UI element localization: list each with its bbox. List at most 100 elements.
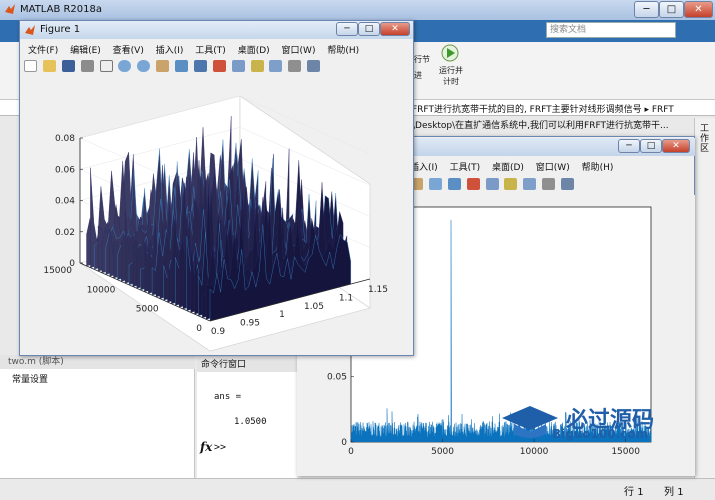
matlab-close-button[interactable]: ✕ (684, 1, 713, 18)
command-window-title: 命令行窗口 (197, 358, 297, 372)
fx-icon[interactable]: fx (200, 440, 212, 454)
hide-tools-icon[interactable] (542, 178, 556, 190)
matlab-title-bar: MATLAB R2018a (0, 0, 715, 20)
figure2-menu-desktop[interactable]: 桌面(D) (492, 163, 524, 173)
figure2-menu-help[interactable]: 帮助(H) (582, 163, 614, 173)
link-plot-icon[interactable] (231, 60, 245, 72)
figure1-x-tick-label: 1.05 (304, 302, 324, 312)
data-tips-icon[interactable] (193, 60, 207, 72)
insert-colorbar-icon[interactable] (250, 60, 264, 72)
figure1-menu-help[interactable]: 帮助(H) (327, 46, 359, 56)
figure2-minimize-button[interactable]: ─ (618, 139, 640, 153)
figure2-x-tick-label: 0 (348, 447, 354, 457)
open-file-icon[interactable] (42, 60, 56, 72)
figure1-menu-insert[interactable]: 插入(I) (156, 46, 184, 56)
workspace-label[interactable]: 工作区 (700, 124, 710, 154)
watermark-logo-icon (502, 406, 558, 438)
status-col: 列 1 (664, 483, 684, 498)
figure1-maximize-button[interactable]: □ (358, 22, 380, 36)
figure1-menu-window[interactable]: 窗口(W) (282, 46, 316, 56)
matlab-minimize-button[interactable]: ─ (634, 1, 659, 18)
hide-plot-tools-icon[interactable] (288, 60, 302, 72)
figure1-x-tick-label: 0.9 (211, 327, 226, 337)
rotate-icon[interactable] (428, 178, 442, 190)
figure-window-icon (25, 25, 35, 35)
figure1-window-title: Figure 1 (40, 24, 81, 35)
legend-icon[interactable] (523, 178, 537, 190)
figure2-menu-insert[interactable]: 插入(I) (410, 163, 438, 173)
figure1-z-tick-label: 0.02 (55, 228, 75, 238)
zoom-in-icon[interactable] (118, 60, 132, 72)
watermark-subtext: Biguo100.com (552, 427, 649, 441)
figure1-minimize-button[interactable]: ─ (336, 22, 358, 36)
figure1-menu-tools[interactable]: 工具(T) (195, 46, 226, 56)
figure1-menu-file[interactable]: 文件(F) (28, 46, 58, 56)
advance-label[interactable]: 进 (414, 70, 422, 81)
show-plot-tools-icon[interactable] (307, 60, 321, 72)
matlab-logo-icon (5, 4, 15, 14)
figure2-x-tick-label: 15000 (611, 447, 640, 457)
edit-plot-icon[interactable] (99, 60, 113, 72)
figure2-maximize-button[interactable]: □ (640, 139, 662, 153)
figure1-y-tick-label: 5000 (136, 305, 159, 315)
figure1-z-tick-label: 0.06 (55, 165, 75, 175)
matlab-maximize-button[interactable]: □ (659, 1, 684, 18)
figure1-x-tick-label: 0.95 (240, 319, 260, 329)
figure2-x-tick-label: 5000 (431, 447, 454, 457)
figure2-x-tick-label: 10000 (520, 447, 549, 457)
figure1-menubar: 文件(F) 编辑(E) 查看(V) 插入(I) 工具(T) 桌面(D) 窗口(W… (28, 43, 368, 56)
brush-icon[interactable] (466, 178, 480, 190)
status-row-label: 行 (624, 487, 634, 498)
figure1-x-tick-label: 1.1 (339, 293, 353, 303)
figure2-menu-tools[interactable]: 工具(T) (450, 163, 481, 173)
colorbar-icon[interactable] (504, 178, 518, 190)
details-panel-item[interactable]: 常量设置 (12, 372, 48, 385)
command-output-value: 1.0500 (234, 417, 267, 427)
brush-data-icon[interactable] (212, 60, 226, 72)
status-bar (0, 478, 715, 500)
data-cursor-icon[interactable] (447, 178, 461, 190)
print-icon[interactable] (80, 60, 94, 72)
figure1-x-tick-label: 1 (279, 310, 285, 320)
command-prompt[interactable]: >> (214, 442, 226, 453)
command-output-ans: ans = (214, 392, 242, 402)
details-panel-header: two.m (脚本) (0, 355, 195, 369)
pan-hand-icon[interactable] (156, 60, 170, 72)
figure1-3d-plot[interactable]: 00.020.040.060.08 050001000015000 0.90.9… (20, 76, 413, 355)
link-icon[interactable] (485, 178, 499, 190)
run-and-time-label[interactable]: 运行并 计时 (436, 65, 466, 87)
run-and-time-icon[interactable] (441, 44, 459, 62)
figure1-z-tick-label: 0.08 (55, 134, 75, 144)
figure1-y-tick-label: 0 (196, 324, 202, 334)
figure2-menu-window[interactable]: 窗口(W) (536, 163, 570, 173)
current-folder-path[interactable]: \Desktop\在直扩通信系统中,我们可以利用FRFT进行抗宽带干... (412, 118, 669, 131)
doc-search-input[interactable]: 搜索文档 (546, 22, 676, 38)
insert-legend-icon[interactable] (269, 60, 283, 72)
zoom-out-icon[interactable] (137, 60, 151, 72)
status-row-value: 1 (637, 487, 644, 498)
figure2-menubar: 插入(I) 工具(T) 桌面(D) 窗口(W) 帮助(H) (410, 160, 622, 173)
show-tools-icon[interactable] (561, 178, 574, 190)
address-breadcrumb[interactable]: FRFT进行抗宽带干扰的目的, FRFT主要针对线形调频信号 ▸ FRFT (412, 102, 674, 115)
figure1-z-tick-label: 0.04 (55, 197, 75, 207)
save-icon[interactable] (61, 60, 75, 72)
figure2-toolbar (410, 178, 577, 190)
figure1-menu-view[interactable]: 查看(V) (113, 46, 144, 56)
run-section-label[interactable]: 行节 (414, 54, 430, 65)
figure1-menu-edit[interactable]: 编辑(E) (70, 46, 101, 56)
figure2-close-button[interactable]: ✕ (662, 139, 690, 153)
status-col-value: 1 (677, 487, 684, 498)
workspace-side-panel[interactable] (694, 118, 715, 478)
figure1-toolbar (24, 60, 323, 72)
figure2-y-tick-label: 0.05 (327, 373, 347, 383)
figure1-y-tick-label: 15000 (43, 266, 72, 276)
figure1-close-button[interactable]: ✕ (380, 22, 410, 36)
new-figure-icon[interactable] (24, 60, 37, 72)
figure1-y-tick-label: 10000 (87, 285, 116, 295)
figure2-y-tick-label: 0 (341, 438, 347, 448)
rotate-3d-icon[interactable] (175, 60, 188, 72)
figure1-x-tick-label: 1.15 (368, 285, 388, 295)
status-row: 行 1 (624, 483, 644, 498)
figure1-menu-desktop[interactable]: 桌面(D) (238, 46, 270, 56)
status-col-label: 列 (664, 487, 674, 498)
